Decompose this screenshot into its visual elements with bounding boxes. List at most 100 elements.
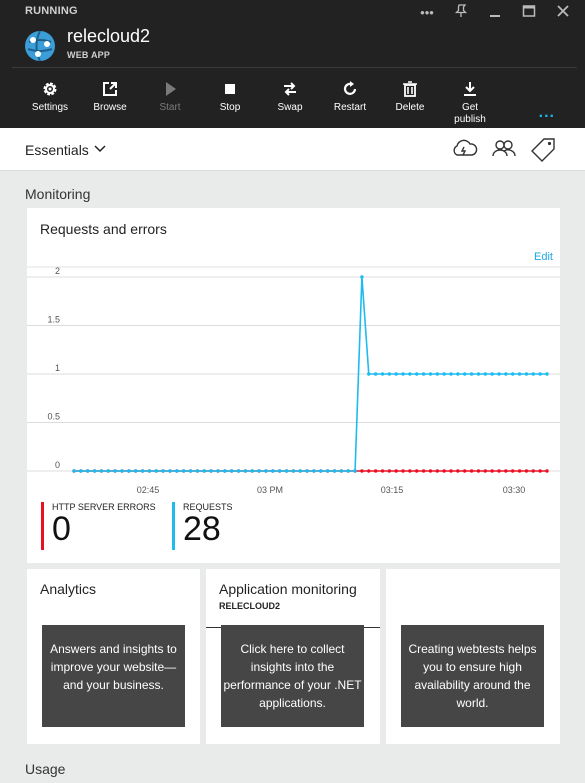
data-point	[373, 372, 378, 376]
data-point	[305, 469, 309, 473]
data-point	[524, 372, 529, 376]
external-link-icon	[103, 82, 117, 96]
delete-button[interactable]: Delete	[380, 80, 440, 113]
data-point	[353, 469, 357, 473]
pin-icon[interactable]	[447, 3, 475, 21]
data-point	[511, 372, 515, 376]
data-point	[298, 469, 302, 473]
data-point	[415, 469, 419, 473]
data-point	[367, 372, 371, 376]
minimize-icon[interactable]	[481, 4, 509, 21]
analytics-overlay-text: Answers and insights to improve your web…	[42, 625, 185, 727]
app-monitoring-title: Application monitoring	[219, 581, 357, 597]
browse-button[interactable]: Browse	[80, 80, 140, 113]
app-monitoring-subtitle: RELECLOUD2	[219, 601, 281, 611]
play-icon	[166, 82, 176, 96]
essentials-bar: Essentials	[0, 128, 585, 171]
cloud-icon[interactable]	[450, 136, 478, 162]
data-point	[99, 469, 104, 473]
maximize-icon[interactable]	[515, 4, 543, 21]
data-point	[277, 469, 282, 473]
application-monitoring-tile[interactable]: Application monitoring RELECLOUD2 Click …	[206, 569, 380, 744]
data-point	[181, 469, 186, 473]
webtests-tile[interactable]: Creating webtests helps you to ensure hi…	[386, 569, 560, 744]
data-point	[394, 469, 398, 473]
swap-button[interactable]: Swap	[260, 80, 320, 113]
data-point	[524, 469, 529, 473]
data-point	[195, 469, 200, 473]
tag-icon[interactable]	[530, 136, 558, 162]
data-point	[168, 469, 172, 473]
data-point	[86, 469, 90, 473]
data-point	[456, 469, 460, 473]
http-server-errors-stat[interactable]: HTTP SERVER ERRORS 0	[41, 502, 156, 550]
more-commands-button[interactable]: ...	[539, 104, 555, 122]
y-tick-label: 1.5	[47, 315, 60, 325]
restart-button[interactable]: Restart	[320, 80, 380, 113]
stop-icon	[225, 84, 235, 94]
data-point	[92, 469, 97, 473]
data-point	[243, 469, 248, 473]
analytics-tile[interactable]: Analytics Answers and insights to improv…	[27, 569, 200, 744]
data-point	[360, 275, 364, 279]
data-point	[442, 372, 446, 376]
data-point	[79, 469, 83, 473]
data-point	[497, 372, 501, 376]
data-point	[483, 372, 488, 376]
x-tick-label: 03:30	[503, 485, 526, 495]
data-point	[421, 372, 426, 376]
data-point	[538, 469, 542, 473]
chevron-down-icon[interactable]	[92, 140, 108, 156]
data-point	[428, 469, 433, 473]
data-point	[449, 372, 453, 376]
http-server-errors-value: 0	[52, 510, 71, 548]
start-button[interactable]: Start	[140, 80, 200, 113]
window-controls: •••	[413, 2, 577, 22]
y-tick-label: 2	[55, 266, 60, 276]
data-point	[223, 469, 227, 473]
data-point	[504, 469, 508, 473]
requests-stat[interactable]: REQUESTS 28	[172, 502, 233, 550]
blade-header: RUNNING ••• relecloud2 WEB APP Settings …	[0, 0, 585, 137]
data-point	[517, 469, 522, 473]
data-point	[531, 372, 535, 376]
data-point	[435, 372, 440, 376]
data-point	[113, 469, 117, 473]
settings-button[interactable]: Settings	[20, 80, 80, 113]
data-point	[229, 469, 234, 473]
data-point	[127, 469, 131, 473]
data-point	[497, 469, 501, 473]
data-point	[476, 372, 481, 376]
data-point	[401, 372, 405, 376]
webtests-overlay-text: Creating webtests helps you to ensure hi…	[401, 625, 544, 727]
data-point	[188, 469, 193, 473]
data-point	[415, 372, 419, 376]
data-point	[291, 469, 296, 473]
usage-section-title: Usage	[25, 761, 66, 777]
data-point	[339, 469, 344, 473]
stop-label: Stop	[219, 102, 241, 113]
data-point	[490, 372, 494, 376]
data-point	[250, 469, 254, 473]
data-point	[380, 469, 385, 473]
data-point	[401, 469, 405, 473]
data-point	[442, 469, 446, 473]
requests-value: 28	[183, 510, 221, 548]
data-point	[373, 469, 378, 473]
stop-button[interactable]: Stop	[200, 80, 260, 113]
data-point	[319, 469, 323, 473]
more-icon[interactable]: •••	[413, 5, 441, 20]
data-point	[106, 469, 110, 473]
data-point	[408, 372, 412, 376]
data-point	[538, 372, 542, 376]
close-icon[interactable]	[549, 4, 577, 21]
data-point	[154, 469, 158, 473]
data-point	[469, 469, 474, 473]
data-point	[380, 372, 385, 376]
requests-errors-chart-tile[interactable]: Requests and errors Edit 0 0.5 1 1.5 2 02:45 0…	[27, 208, 560, 563]
data-point	[284, 469, 289, 473]
essentials-toggle[interactable]: Essentials	[25, 142, 89, 158]
x-tick-label: 02:45	[137, 485, 160, 495]
users-icon[interactable]	[490, 136, 518, 162]
data-point	[490, 469, 494, 473]
